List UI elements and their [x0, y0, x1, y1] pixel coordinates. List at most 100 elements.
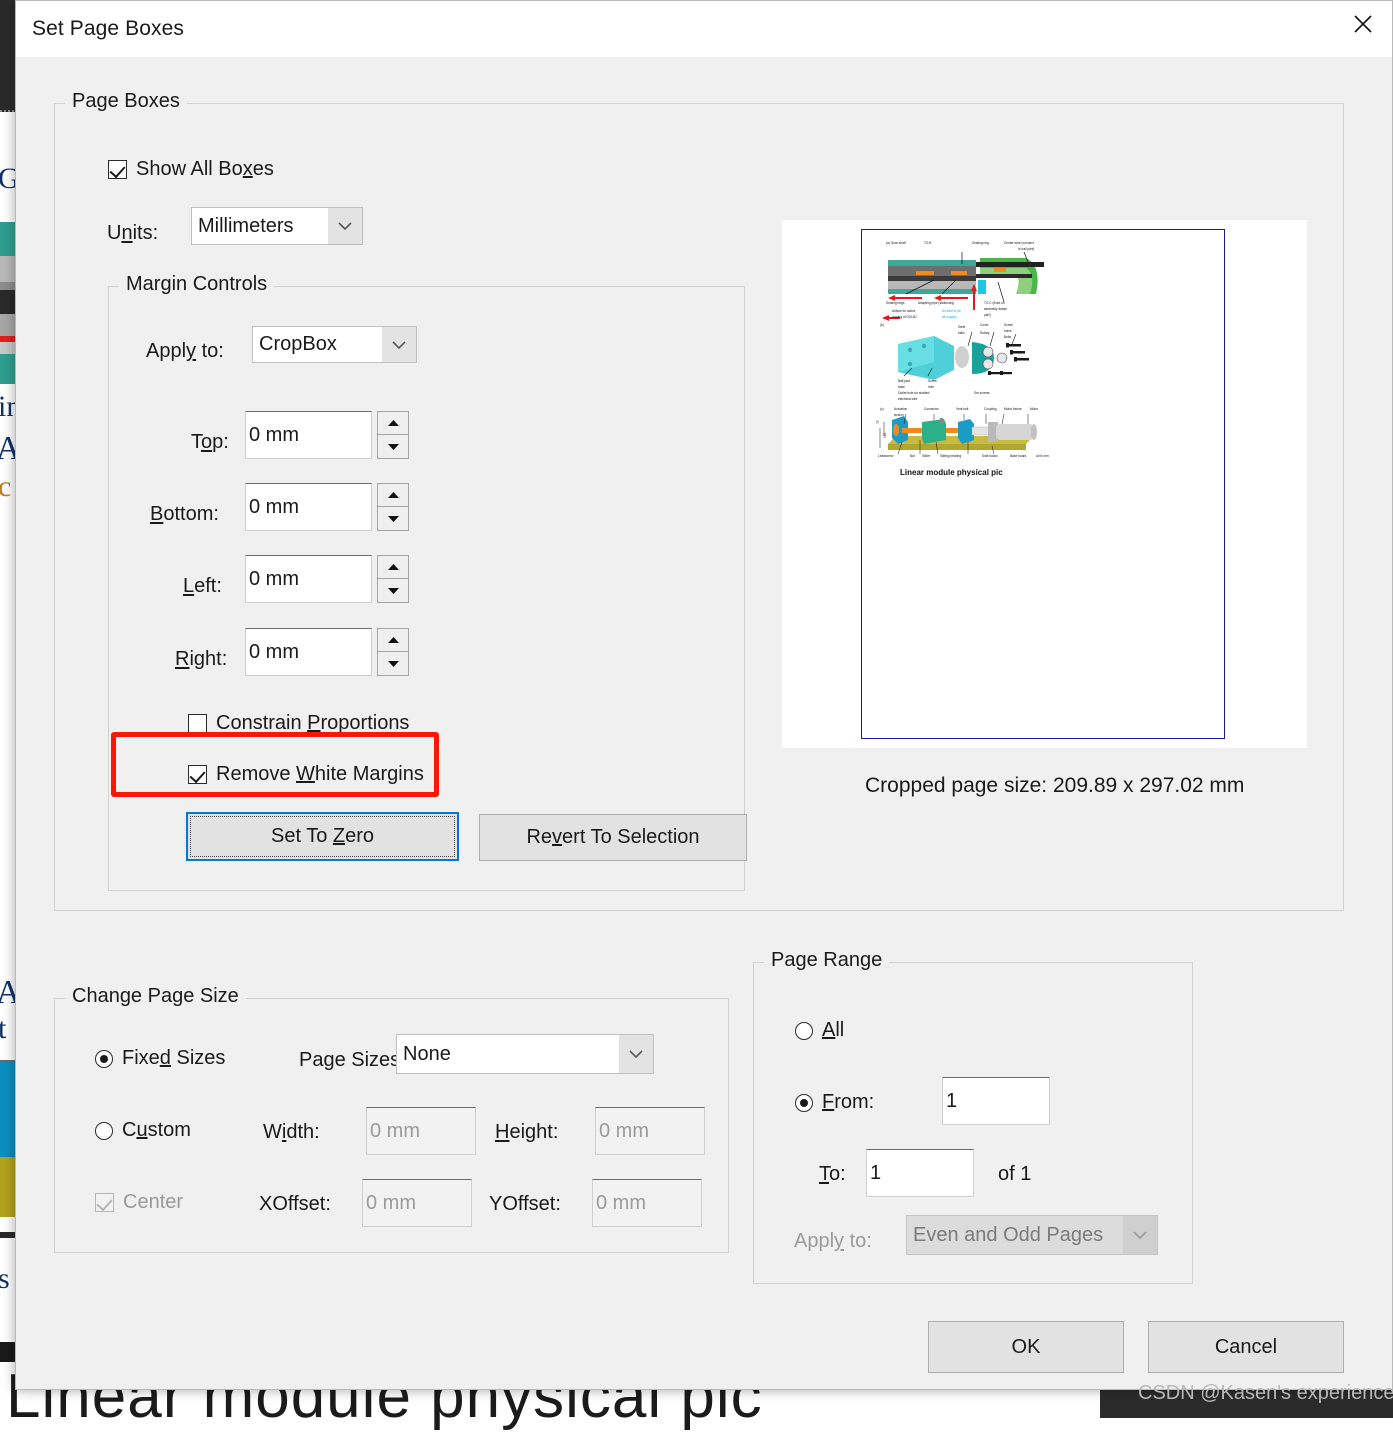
- bg-fragment-6: t: [0, 1012, 6, 1046]
- radio-circle: [95, 1122, 113, 1140]
- page-thumbnail: (a) Gear shaft TG B Sealing ring Center …: [861, 229, 1225, 739]
- spinner-up-icon[interactable]: [377, 628, 409, 652]
- right-margin-spinner[interactable]: [377, 628, 409, 676]
- width-input[interactable]: 0 mm: [366, 1107, 476, 1155]
- right-margin-value: 0 mm: [249, 642, 299, 662]
- apply-to-combobox[interactable]: CropBox: [252, 326, 417, 363]
- page-range-from-value: 1: [946, 1091, 957, 1111]
- thumb-label-a12: cooling of OVLBJ: [892, 316, 917, 320]
- show-all-boxes-checkbox[interactable]: Show All Boxes: [108, 158, 274, 181]
- left-margin-input[interactable]: 0 mm: [245, 555, 372, 603]
- spinner-up-icon[interactable]: [377, 411, 409, 435]
- change-page-size-legend: Change Page Size: [65, 985, 246, 1008]
- thumb-label-c1: Actuation: [894, 408, 907, 412]
- units-combobox[interactable]: Millimeters: [191, 207, 363, 245]
- thumb-label-c14: Unit: mm: [1036, 455, 1049, 459]
- thumb-label-b3: Cover: [980, 324, 989, 328]
- spinner-up-icon[interactable]: [377, 483, 409, 507]
- thumb-label-b8: Ball joint: [898, 380, 910, 384]
- xoffset-input[interactable]: 0 mm: [362, 1179, 472, 1227]
- thumb-label-c10: Slider: [922, 455, 930, 459]
- ok-button[interactable]: OK: [928, 1321, 1124, 1373]
- thumb-label-a9: assembly datum: [984, 308, 1007, 312]
- top-margin-label: Top:: [191, 431, 229, 454]
- checkbox-box: [108, 160, 127, 179]
- close-icon[interactable]: [1334, 1, 1392, 47]
- thumbnail-artwork: (a) Gear shaft TG B Sealing ring Center …: [876, 240, 1044, 438]
- page-sizes-combobox[interactable]: None: [396, 1034, 654, 1074]
- constrain-proportions-checkbox[interactable]: Constrain Proportions: [188, 712, 409, 735]
- show-all-boxes-label: Show All Boxes: [136, 158, 274, 181]
- right-margin-label: Right:: [175, 648, 227, 671]
- remove-white-margins-label: Remove White Margins: [216, 763, 424, 786]
- margin-controls-group: Margin Controls Apply to: CropBox Top: 0…: [108, 286, 745, 891]
- bottom-margin-value: 0 mm: [249, 497, 299, 517]
- thumb-label-b7: Rotary: [980, 332, 989, 336]
- thumb-label-c8: Leadscrew: [878, 455, 893, 459]
- spinner-down-icon[interactable]: [377, 579, 409, 603]
- thumb-label-c6: Motor fixture: [1004, 408, 1022, 412]
- page-preview-area: (a) Gear shaft TG B Sealing ring Center …: [782, 220, 1307, 748]
- left-margin-spinner[interactable]: [377, 555, 409, 603]
- top-margin-value: 0 mm: [249, 425, 299, 445]
- apply-to-label: Apply to:: [146, 340, 224, 363]
- set-to-zero-label: Set To Zero: [271, 825, 374, 848]
- cancel-button[interactable]: Cancel: [1148, 1321, 1344, 1373]
- center-checkbox[interactable]: Center: [95, 1191, 183, 1214]
- height-input[interactable]: 0 mm: [595, 1107, 705, 1155]
- remove-white-margins-checkbox[interactable]: Remove White Margins: [188, 763, 424, 786]
- spinner-down-icon[interactable]: [377, 507, 409, 531]
- spinner-down-icon[interactable]: [377, 652, 409, 676]
- yoffset-placeholder: 0 mm: [596, 1193, 646, 1213]
- top-margin-spinner[interactable]: [377, 411, 409, 459]
- yoffset-input[interactable]: 0 mm: [592, 1179, 702, 1227]
- chevron-down-icon: [1123, 1216, 1157, 1254]
- top-margin-input[interactable]: 0 mm: [245, 411, 372, 459]
- units-label: Units:: [107, 222, 158, 245]
- set-to-zero-button[interactable]: Set To Zero: [186, 812, 459, 861]
- width-placeholder: 0 mm: [370, 1121, 420, 1141]
- page-range-legend: Page Range: [764, 949, 889, 972]
- thumb-label-a10: part): [984, 314, 991, 318]
- page-range-all-label: All: [822, 1019, 844, 1042]
- chevron-down-icon: [328, 208, 362, 244]
- xoffset-placeholder: 0 mm: [366, 1193, 416, 1213]
- thumbnail-caption: Linear module physical pic: [900, 468, 1003, 477]
- cancel-label: Cancel: [1215, 1336, 1277, 1359]
- thumb-label-c0: (c): [880, 408, 884, 412]
- xoffset-label: XOffset:: [259, 1193, 331, 1216]
- units-value: Millimeters: [192, 208, 328, 244]
- chevron-down-icon: [382, 327, 416, 362]
- page-range-to-input[interactable]: 1: [866, 1149, 974, 1197]
- thumb-label-b4: Screw: [1004, 324, 1013, 328]
- bottom-margin-input[interactable]: 0 mm: [245, 483, 372, 531]
- page-range-apply-to-value: Even and Odd Pages: [907, 1216, 1123, 1254]
- spinner-down-icon[interactable]: [377, 435, 409, 459]
- right-margin-input[interactable]: 0 mm: [245, 628, 372, 676]
- page-range-from-radio[interactable]: From:: [795, 1091, 874, 1114]
- spinner-up-icon[interactable]: [377, 555, 409, 579]
- page-sizes-label: Page Sizes:: [299, 1049, 406, 1072]
- thumb-label-c2: tendon: [894, 414, 904, 418]
- bg-fragment-7: s: [0, 1262, 10, 1296]
- thumb-label-b5: holes: [1004, 330, 1012, 334]
- thumb-label-c13: Base board: [1010, 455, 1026, 459]
- fixed-sizes-radio[interactable]: Fixed Sizes: [95, 1047, 225, 1070]
- thumb-label-c15: 75: [877, 420, 881, 424]
- custom-label: Custom: [122, 1119, 191, 1142]
- thumb-label-a13: Air tube B (to: [942, 310, 961, 314]
- custom-radio[interactable]: Custom: [95, 1119, 191, 1142]
- bottom-margin-spinner[interactable]: [377, 483, 409, 531]
- thumb-label-b14: Set screws: [974, 392, 990, 396]
- thumb-label-c4: Vent bolt: [956, 408, 968, 412]
- radio-circle: [795, 1022, 813, 1040]
- revert-to-selection-button[interactable]: Revert To Selection: [479, 814, 747, 861]
- thumb-label-c7: Motor: [1030, 408, 1038, 412]
- bottom-margin-label: Bottom:: [150, 503, 219, 526]
- thumb-label-b1: Steel: [958, 326, 965, 330]
- page-range-apply-to-combobox[interactable]: Even and Odd Pages: [906, 1215, 1158, 1255]
- page-range-all-radio[interactable]: All: [795, 1019, 844, 1042]
- height-label: Height:: [495, 1121, 558, 1144]
- page-range-from-input[interactable]: 1: [942, 1077, 1050, 1125]
- center-label: Center: [123, 1191, 183, 1214]
